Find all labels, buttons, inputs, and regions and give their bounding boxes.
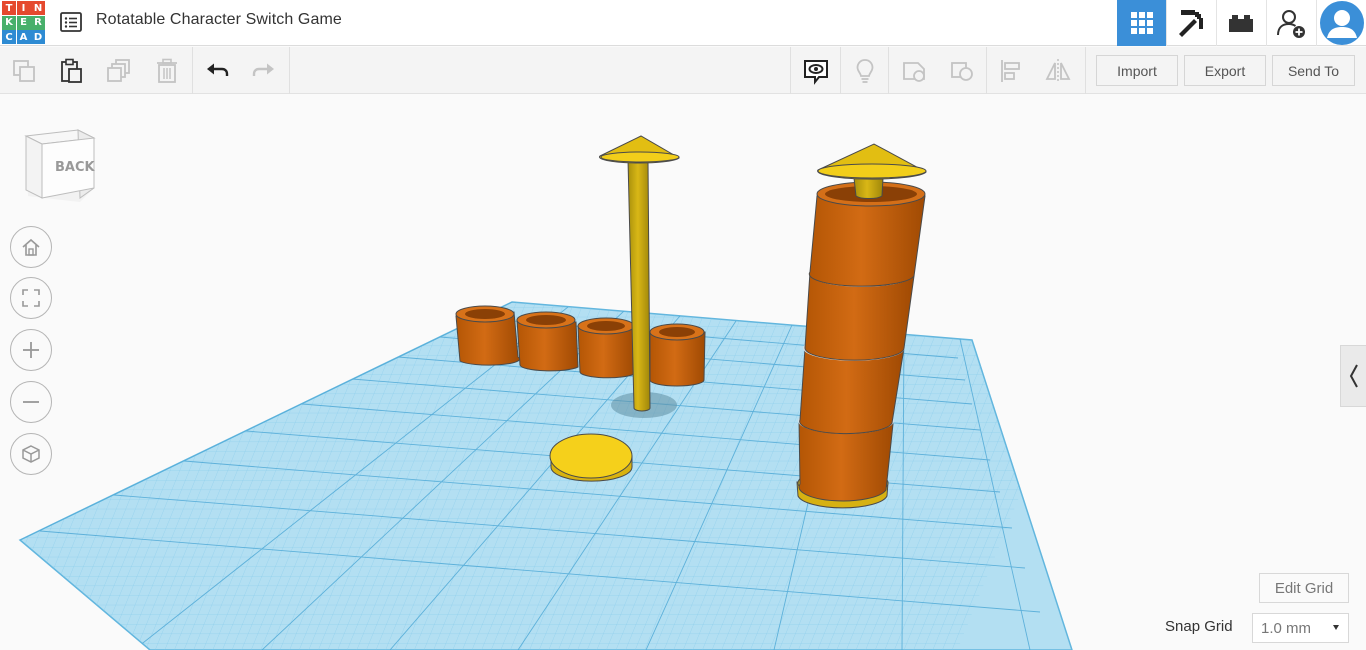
snap-grid-label: Snap Grid — [1165, 618, 1233, 635]
toolbar-divider — [790, 47, 791, 94]
logo-letter: E — [16, 15, 31, 30]
delete-icon — [157, 58, 177, 83]
orange-ring-4[interactable] — [649, 323, 706, 387]
3d-viewport[interactable] — [0, 95, 1366, 650]
toolbar-divider — [986, 47, 987, 94]
view-cube[interactable]: BACK — [22, 124, 98, 206]
logo-letter: R — [31, 15, 45, 30]
snap-grid-value: 1.0 mm — [1261, 619, 1312, 637]
toolbar-divider — [192, 47, 193, 94]
logo-letter: D — [31, 30, 45, 44]
logo-letter: C — [2, 30, 16, 44]
copy-button[interactable] — [7, 54, 41, 88]
orange-ring-1[interactable] — [455, 305, 521, 366]
caret-down-icon — [1333, 625, 1339, 630]
chevron-left-icon — [1349, 364, 1358, 388]
duplicate-button[interactable] — [102, 54, 136, 88]
home-view-button[interactable] — [10, 226, 52, 268]
redo-button[interactable] — [247, 54, 281, 88]
invite-user-button[interactable] — [1266, 0, 1315, 46]
avatar-icon — [1319, 1, 1364, 45]
notes-icon — [804, 60, 828, 85]
orange-ring-3[interactable] — [577, 317, 635, 379]
view-cube-face-label: BACK — [55, 160, 96, 175]
align-icon — [1001, 60, 1020, 82]
logo-letter: N — [31, 1, 45, 15]
logo-letter: T — [2, 1, 16, 15]
top-bar: TIN KER CAD Rotatable Character Switch Gam… — [0, 0, 1366, 46]
notes-button[interactable] — [799, 54, 833, 88]
ungroup-icon — [951, 62, 973, 81]
undo-icon — [207, 63, 229, 76]
edit-grid-button[interactable]: Edit Grid — [1259, 573, 1349, 603]
undo-button[interactable] — [200, 54, 234, 88]
paste-button[interactable] — [54, 54, 88, 88]
design-title[interactable]: Rotatable Character Switch Game — [96, 11, 342, 29]
3d-design-grid-button[interactable] — [1117, 0, 1166, 46]
zoom-in-button[interactable] — [10, 329, 52, 371]
send-to-button[interactable]: Send To — [1272, 55, 1355, 86]
zoom-out-icon — [23, 401, 39, 403]
design-list-icon[interactable] — [59, 10, 83, 34]
group-button[interactable] — [897, 54, 931, 88]
light-button[interactable] — [848, 54, 882, 88]
shapes-panel-toggle[interactable] — [1340, 345, 1366, 407]
pickaxe-icon — [1179, 10, 1203, 37]
brick-icon — [1229, 15, 1253, 32]
fit-view-button[interactable] — [10, 277, 52, 319]
group-icon — [903, 62, 925, 82]
logo-letter: K — [2, 15, 16, 30]
mirror-icon — [1045, 59, 1071, 83]
perspective-toggle-button[interactable] — [10, 433, 52, 475]
align-button[interactable] — [994, 54, 1028, 88]
orange-ring-2[interactable] — [516, 311, 579, 372]
home-icon — [22, 238, 40, 256]
fit-view-icon — [22, 289, 40, 307]
minecraft-mode-button[interactable] — [1166, 0, 1215, 46]
yellow-base-disc[interactable] — [549, 433, 633, 482]
duplicate-icon — [107, 59, 130, 82]
copy-icon — [13, 60, 35, 82]
zoom-in-icon — [23, 342, 39, 358]
3d-design-grid-icon — [1130, 12, 1153, 34]
toolbar-divider — [888, 47, 889, 94]
mirror-button[interactable] — [1041, 54, 1075, 88]
toolbar-divider — [289, 47, 290, 94]
zoom-out-button[interactable] — [10, 381, 52, 423]
logo-letter: I — [16, 1, 31, 15]
add-user-icon — [1277, 10, 1305, 38]
tinkercad-logo[interactable]: TIN KER CAD — [2, 1, 45, 44]
edit-toolbar: Import Export Send To — [0, 47, 1366, 94]
light-icon — [856, 59, 874, 83]
bricks-mode-button[interactable] — [1216, 0, 1265, 46]
export-button[interactable]: Export — [1184, 55, 1266, 86]
redo-icon — [252, 63, 274, 76]
toolbar-divider — [1085, 47, 1086, 94]
logo-letter: A — [16, 30, 31, 44]
delete-button[interactable] — [150, 54, 184, 88]
user-account-button[interactable] — [1316, 0, 1366, 46]
import-button[interactable]: Import — [1096, 55, 1178, 86]
perspective-icon — [22, 445, 40, 463]
paste-icon — [61, 58, 82, 83]
ungroup-button[interactable] — [945, 54, 979, 88]
toolbar-divider — [840, 47, 841, 94]
snap-grid-select[interactable]: 1.0 mm — [1252, 613, 1349, 643]
